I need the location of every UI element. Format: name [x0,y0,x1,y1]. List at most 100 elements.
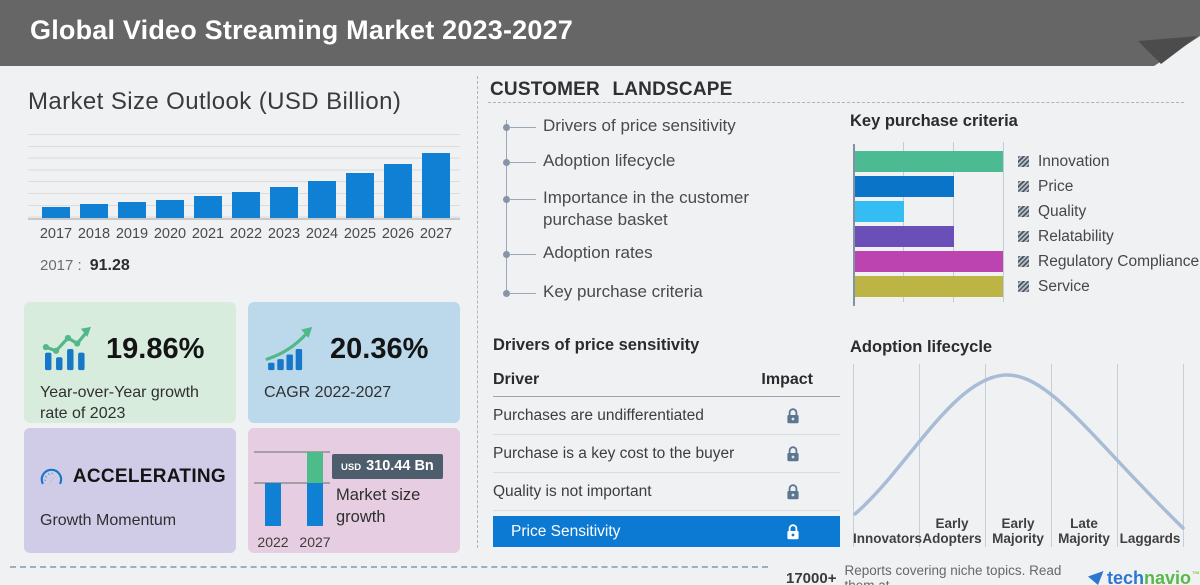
kpc-legend-item: Regulatory Compliance [1018,251,1199,272]
technavio-logo[interactable]: technavio™ [1087,567,1200,585]
legend-swatch-icon [1018,256,1029,267]
brand-tech: tech [1106,567,1144,585]
kpc-legend-item: Price [1018,176,1073,197]
market-axis-label: 2018 [77,226,111,242]
lock-icon [785,407,800,424]
market-bar [308,180,336,218]
legend-swatch-icon [1018,231,1029,242]
brand-navio: navio [1143,567,1191,585]
footer: 17000+ Reports covering niche topics. Re… [786,563,1200,585]
drivers-of-price-sensitivity-table: Drivers of price sensitivity Driver Impa… [493,336,840,547]
customer-landscape-title: CUSTOMER LANDSCAPE [490,79,733,100]
driver-label: Quality is not important [493,482,652,500]
kpc-legend-item: Innovation [1018,151,1110,172]
drivers-table-title: Drivers of price sensitivity [493,336,700,354]
market-bar [118,202,146,218]
kpc-legend-item: Service [1018,276,1090,297]
market-axis-label: 2027 [419,226,453,242]
market-axis-label: 2019 [115,226,149,242]
badge-currency: USD [341,462,362,473]
market-growth-label: Market size growth [336,486,421,526]
market-axis-label: 2017 [39,226,73,242]
impact-column-header: Impact [761,371,813,388]
landscape-item-label: Key purchase criteria [543,282,703,301]
momentum-value: ACCELERATING [72,466,226,487]
base-year-label: 2017 : [40,257,82,274]
kpc-legend-label: Innovation [1038,152,1110,170]
driver-column-header: Driver [493,371,540,388]
footer-text: Reports covering niche topics. Read them… [844,563,1062,585]
kpc-bar [855,176,954,197]
lock-icon [785,445,800,462]
driver-row: Quality is not important [493,473,840,511]
report-count: 17000+ [786,569,837,585]
kpc-bar [855,151,1003,172]
market-bar [42,206,70,218]
technavio-arrow-icon [1087,570,1104,585]
market-bar [194,196,222,218]
kpc-bar [855,226,954,247]
market-axis-label: 2021 [191,226,225,242]
growth-arrow-icon [265,326,313,371]
driver-row: Purchase is a key cost to the buyer [493,435,840,473]
drivers-table-header: Driver Impact [493,371,840,397]
landscape-item-label: Drivers of price sensitivity [543,116,736,135]
adoption-stage-label: Early Adopters [922,516,982,546]
landscape-item-label: Adoption rates [543,243,653,262]
market-bar [156,199,184,218]
mini-chart-year-2022: 2022 [257,534,289,550]
market-outlook-title: Market Size Outlook (USD Billion) [28,88,402,115]
kpc-bar [855,251,1003,272]
kpc-legend-label: Service [1038,277,1090,295]
market-axis-label: 2026 [381,226,415,242]
adoption-lifecycle-title: Adoption lifecycle [850,338,993,356]
legend-swatch-icon [1018,206,1029,217]
driver-label: Price Sensitivity [511,522,621,540]
base-year-note: 2017 : 91.28 [40,257,130,275]
cagr-label: CAGR 2022-2027 [264,384,392,401]
list-connector-line [509,254,536,255]
mini-chart-year-2027: 2027 [299,534,331,550]
driver-label: Purchase is a key cost to the buyer [493,444,735,462]
yoy-growth-value: 19.86% [106,332,205,365]
market-xlabels: 2017 2018 2019 2020 2021 2022 2023 2024 2025 2026… [28,226,460,244]
key-purchase-criteria-title: Key purchase criteria [850,112,1018,130]
key-purchase-criteria-chart: Innovation Price Quality Relatability Regula… [853,140,1199,310]
market-axis-label: 2022 [229,226,263,242]
legend-swatch-icon [1018,156,1029,167]
yoy-growth-label: Year-over-Year growth rate of 2023 [40,384,199,422]
kpc-legend-item: Quality [1018,201,1086,222]
horizontal-dashed-divider [488,102,1184,103]
market-bar [270,187,298,218]
drivers-table-rows: Purchases are undifferentiated Purchase i… [493,397,840,547]
kpc-legend-label: Regulatory Compliance [1038,252,1200,270]
market-bar [422,153,450,218]
adoption-stage-label: Late Majority [1058,516,1110,546]
market-axis-label: 2024 [305,226,339,242]
list-connector-line [509,199,536,200]
vertical-dashed-divider [477,76,478,548]
cagr-value: 20.36% [330,332,429,365]
driver-row: Price Sensitivity [493,516,840,547]
list-connector-line [509,162,536,163]
driver-label: Purchases are undifferentiated [493,406,704,424]
kpc-legend-label: Price [1038,177,1074,195]
badge-amount: 310.44 Bn [366,458,434,474]
market-axis-label: 2023 [267,226,301,242]
legend-swatch-icon [1018,181,1029,192]
landscape-item-label: Adoption lifecycle [543,151,676,170]
bar-chart-trend-icon [42,326,91,371]
customer-landscape-list: Drivers of price sensitivity Adoption lif… [503,115,836,307]
brand-trademark: ™ [1192,569,1200,579]
market-bar [384,163,412,218]
adoption-lifecycle-chart: Innovators Early Adopters Early Majority Late… [853,364,1185,547]
momentum-label: Growth Momentum [40,512,177,529]
adoption-stage-label: Laggards [1119,531,1181,546]
driver-row: Purchases are undifferentiated [493,397,840,435]
market-axis-label: 2025 [343,226,377,242]
kpc-legend-label: Quality [1038,202,1087,220]
kpc-bar [855,276,1003,297]
market-size-chart [28,134,460,220]
list-connector-line [509,127,536,128]
adoption-stage-label: Innovators [853,531,923,546]
